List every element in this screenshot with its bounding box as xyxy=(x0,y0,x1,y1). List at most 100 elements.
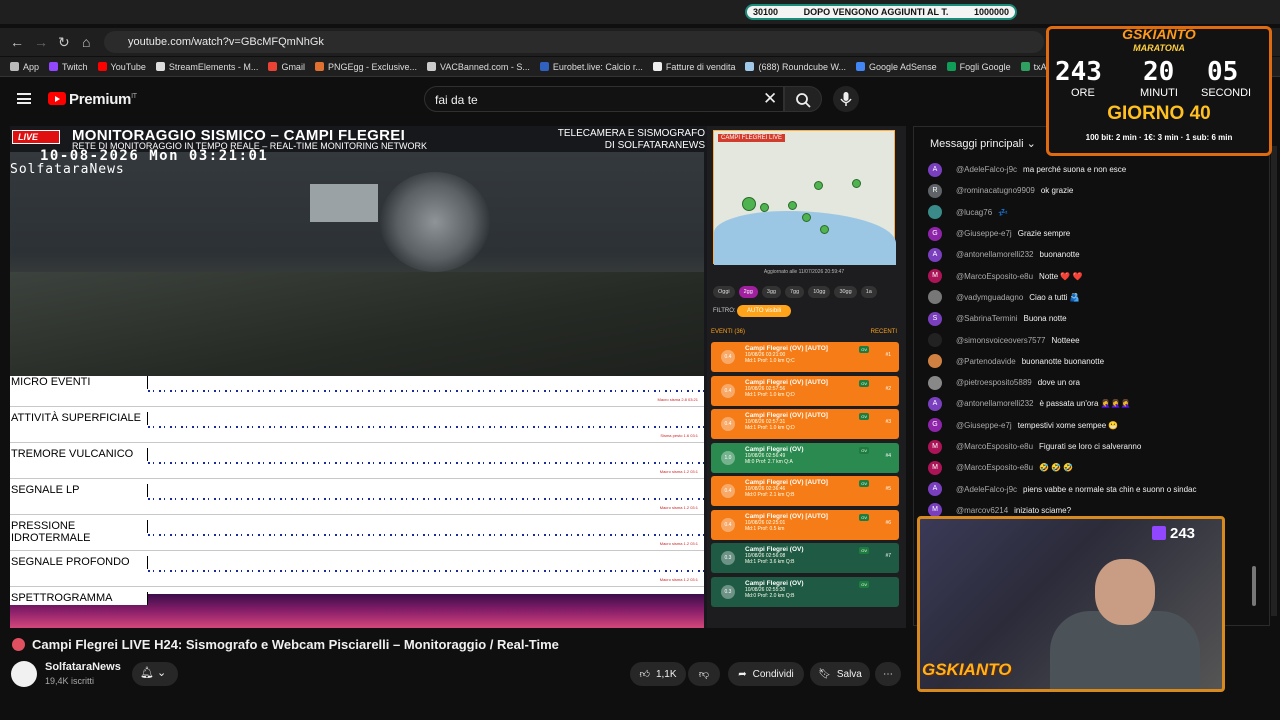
bookmark-item[interactable]: PNGEgg - Exclusive... xyxy=(314,62,417,72)
range-chip[interactable]: 3gg xyxy=(761,286,781,298)
bookmark-item[interactable]: Fogli Google xyxy=(946,62,1011,72)
range-chip[interactable]: 10gg xyxy=(808,286,831,298)
forward-icon[interactable]: → xyxy=(34,34,48,50)
chat-author[interactable]: @lucag76 xyxy=(956,208,992,217)
range-chip[interactable]: Oggi xyxy=(713,286,735,298)
avatar[interactable]: M xyxy=(928,439,942,454)
chat-author[interactable]: @simonsvoiceovers7577 xyxy=(956,336,1046,345)
menu-icon[interactable] xyxy=(17,93,31,104)
voice-search-button[interactable] xyxy=(833,86,859,112)
video-title-text: Campi Flegrei LIVE H24: Sismografo e Web… xyxy=(32,637,559,652)
address-bar[interactable]: youtube.com/watch?v=GBcMFQmNhGk xyxy=(104,31,1044,53)
event-card[interactable]: 0.4 Campi Flegrei (OV) [AUTO] 10/08/26 02:… xyxy=(711,509,899,540)
map-quake-dot xyxy=(820,225,829,234)
reload-icon[interactable]: ↻ xyxy=(58,34,70,51)
chat-message: G @Giuseppe-e7j tempestivi xome sempee 😬 xyxy=(928,415,1258,436)
map-quake-dot xyxy=(852,179,861,188)
youtube-premium-logo[interactable]: PremiumIT xyxy=(69,91,137,108)
channel-name[interactable]: SolfataraNews xyxy=(45,661,121,673)
event-card[interactable]: 1.0 Campi Flegrei (OV) 10/08/26 02:56:49 Ml… xyxy=(711,442,899,473)
chat-author[interactable]: @antonellamorelli232 xyxy=(956,399,1034,408)
youtube-logo-icon[interactable] xyxy=(48,92,66,105)
event-card[interactable]: 0.3 Campi Flegrei (OV) 10/08/26 02:55:30 Md… xyxy=(711,576,899,607)
avatar[interactable]: M xyxy=(928,460,942,475)
chat-author[interactable]: @MarcoEsposito-e8u xyxy=(956,463,1033,472)
chat-author[interactable]: @Giuseppe-e7j xyxy=(956,229,1012,238)
chat-author[interactable]: @vadymguadagno xyxy=(956,293,1023,302)
avatar[interactable] xyxy=(928,375,942,390)
marathon-timer-overlay: GSKIANTO MARATONA 243 20 05 ORE MINUTI S… xyxy=(1046,26,1272,156)
chat-author[interactable]: @AdeleFalco-j9c xyxy=(956,165,1017,174)
avatar[interactable]: S xyxy=(928,311,942,326)
video-player[interactable]: LIVE MONITORAGGIO SISMICO – CAMPI FLEGRE… xyxy=(10,126,906,628)
avatar[interactable]: R xyxy=(928,183,942,198)
avatar[interactable]: A xyxy=(928,247,942,262)
back-icon[interactable]: ← xyxy=(10,34,24,50)
more-actions-button[interactable]: ⋯ xyxy=(875,662,901,686)
chat-author[interactable]: @MarcoEsposito-e8u xyxy=(956,272,1033,281)
bookmark-item[interactable]: App xyxy=(10,62,39,72)
avatar[interactable] xyxy=(928,333,942,348)
avatar[interactable]: G xyxy=(928,418,942,433)
bookmark-item[interactable]: Google AdSense xyxy=(856,62,937,72)
avatar[interactable]: M xyxy=(928,269,942,284)
search-button[interactable] xyxy=(784,86,822,112)
event-card[interactable]: 0.4 Campi Flegrei (OV) [AUTO] 10/08/26 02:… xyxy=(711,409,899,439)
home-icon[interactable]: ⌂ xyxy=(82,34,90,50)
search-input[interactable]: fai da te xyxy=(424,86,784,112)
chat-author[interactable]: @SabrinaTermini xyxy=(956,314,1017,323)
chat-scrollbar[interactable] xyxy=(1271,146,1277,616)
bookmark-icon xyxy=(314,62,324,71)
clear-search-icon[interactable]: ✕ xyxy=(763,89,777,109)
bookmark-item[interactable]: Gmail xyxy=(268,62,305,72)
avatar[interactable] xyxy=(928,354,942,369)
bookmark-item[interactable]: StreamElements - M... xyxy=(155,62,258,72)
avatar[interactable] xyxy=(928,205,942,220)
avatar[interactable] xyxy=(928,290,942,305)
dislike-button[interactable]: 👎︎ xyxy=(688,662,720,686)
chat-author[interactable]: @AdeleFalco-j9c xyxy=(956,485,1017,494)
chat-text: 💤 xyxy=(998,207,1009,217)
range-chip[interactable]: 1a xyxy=(860,286,877,298)
range-chip[interactable]: 2gg xyxy=(738,286,758,298)
avatar[interactable]: A xyxy=(928,396,942,411)
chat-author[interactable]: @marcov6214 xyxy=(956,506,1008,515)
event-card[interactable]: 0.4 Campi Flegrei (OV) [AUTO] 10/08/26 02:… xyxy=(711,476,899,506)
avatar[interactable]: A xyxy=(928,162,942,177)
bookmark-item[interactable]: VACBanned.com - S... xyxy=(426,62,530,72)
notification-bell-button[interactable]: 🔔︎ ⌄ xyxy=(132,662,178,686)
event-detail: Md:1 Prof: 1.0 km Q:D xyxy=(745,391,795,398)
chat-author[interactable]: @Giuseppe-e7j xyxy=(956,421,1012,430)
timer-rules: 100 bit: 2 min · 1€: 3 min · 1 sub: 6 mi… xyxy=(1085,133,1233,142)
event-card[interactable]: 0.4 Campi Flegrei (OV) [AUTO] 10/08/26 03:… xyxy=(711,342,899,372)
chat-message: A @AdeleFalco-j9c piens vabbe e normale st… xyxy=(928,478,1258,499)
avatar[interactable]: A xyxy=(928,482,942,497)
event-magnitude: 0.4 xyxy=(721,383,735,398)
bookmark-item[interactable]: YouTube xyxy=(97,62,146,72)
bookmark-item[interactable]: Twitch xyxy=(49,62,88,72)
chat-filter-dropdown[interactable]: Messaggi principali ⌄ xyxy=(930,137,1036,150)
like-button[interactable]: 👍︎ 1,1K xyxy=(630,662,686,686)
chat-author[interactable]: @Partenodavide xyxy=(956,357,1016,366)
region-label: IT xyxy=(131,93,137,100)
chat-author[interactable]: @MarcoEsposito-e8u xyxy=(956,442,1033,451)
chat-scroll-thumb[interactable] xyxy=(1252,566,1256,606)
bookmark-item[interactable]: Fatture di vendita xyxy=(652,62,735,72)
chat-author[interactable]: @antonellamorelli232 xyxy=(956,250,1034,259)
range-chip[interactable]: 7gg xyxy=(785,286,805,298)
save-button[interactable]: 🔖︎ Salva xyxy=(810,662,870,686)
event-card[interactable]: 0.4 Campi Flegrei (OV) [AUTO] 10/08/26 02:… xyxy=(711,375,899,406)
range-chip[interactable]: 30gg xyxy=(834,286,857,298)
event-card[interactable]: 0.3 Campi Flegrei (OV) 10/08/26 02:56:08 Md… xyxy=(711,543,899,573)
bookmark-item[interactable]: Eurobet.live: Calcio r... xyxy=(539,61,643,72)
avatar[interactable]: G xyxy=(928,226,942,241)
event-detail: Md:1 Prof: 1.0 km Q:D xyxy=(745,425,795,431)
bookmark-item[interactable]: (688) Roundcube W... xyxy=(745,62,846,72)
channel-avatar[interactable] xyxy=(11,661,37,687)
chat-author[interactable]: @pietroesposito5889 xyxy=(956,378,1032,387)
auto-visible-button[interactable]: AUTO visibili xyxy=(737,305,792,317)
share-button[interactable]: ➦ Condividi xyxy=(728,662,804,686)
bookmark-label: Eurobet.live: Calcio r... xyxy=(552,61,643,72)
seismo-row: MICRO EVENTI Macro sisma 2.8 03:21 xyxy=(10,376,704,407)
chat-author[interactable]: @rominacatugno9909 xyxy=(956,186,1035,195)
